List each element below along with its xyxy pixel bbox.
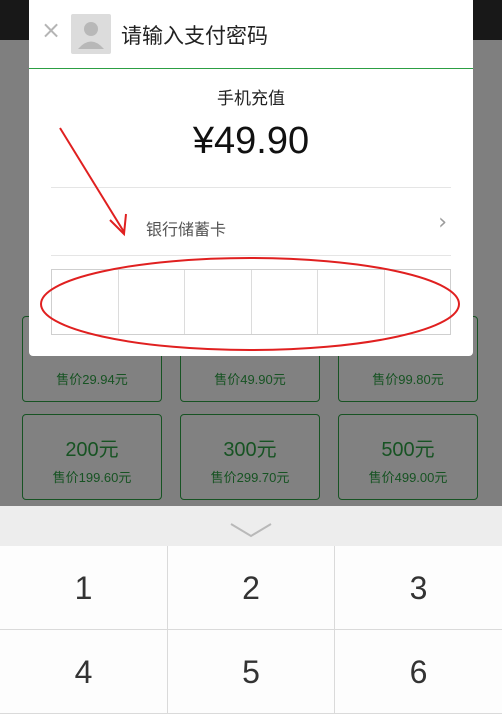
password-input[interactable]	[51, 269, 451, 335]
key-3[interactable]: 3	[335, 546, 502, 630]
key-1[interactable]: 1	[0, 546, 168, 630]
redacted-area	[55, 194, 145, 250]
user-icon	[78, 22, 104, 49]
divider	[51, 255, 451, 256]
password-digit-cell	[318, 270, 385, 334]
payment-amount: ¥49.90	[192, 120, 310, 162]
avatar	[71, 14, 111, 54]
dialog-title: 请输入支付密码	[121, 24, 268, 48]
password-digit-cell	[119, 270, 185, 334]
dialog-header: × 请输入支付密码	[29, 0, 473, 69]
payment-password-dialog: × 请输入支付密码 手机充值 ¥49.90 银行储蓄卡 ›	[29, 0, 473, 356]
key-4[interactable]: 4	[0, 630, 168, 714]
payment-method-label: 银行储蓄卡	[146, 220, 227, 239]
password-digit-cell	[185, 270, 252, 334]
payment-method-row[interactable]: 银行储蓄卡 ›	[51, 188, 451, 254]
keyboard-collapse-button[interactable]	[0, 506, 502, 546]
chevron-down-icon	[230, 523, 272, 538]
payment-item-name: 手机充值	[217, 89, 285, 109]
close-icon[interactable]: ×	[39, 18, 63, 42]
chevron-right-icon: ›	[438, 210, 447, 235]
password-digit-cell	[52, 270, 119, 334]
numeric-keyboard: 1 2 3 4 5 6	[0, 506, 502, 714]
redacted-area	[231, 214, 331, 244]
password-digit-cell	[385, 270, 451, 334]
key-2[interactable]: 2	[168, 546, 335, 630]
key-6[interactable]: 6	[335, 630, 502, 714]
key-5[interactable]: 5	[168, 630, 335, 714]
password-digit-cell	[252, 270, 318, 334]
